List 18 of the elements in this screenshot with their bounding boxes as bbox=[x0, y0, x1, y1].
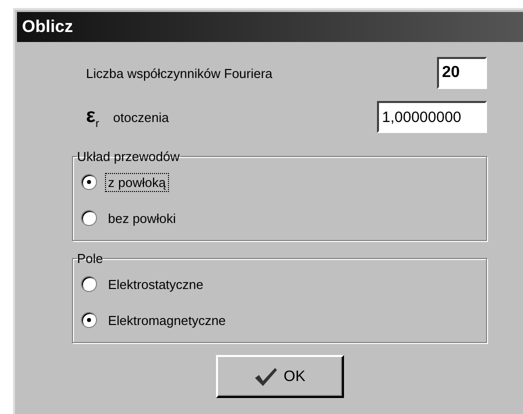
field-label: otoczenia bbox=[113, 110, 169, 124]
radio-button[interactable] bbox=[81, 312, 97, 328]
radio-button[interactable] bbox=[81, 174, 97, 190]
radio-label: bez powłoki bbox=[107, 210, 177, 228]
radio-label: Elektromagnetyczne bbox=[107, 312, 227, 330]
radio-button[interactable] bbox=[81, 210, 97, 226]
radio-button[interactable] bbox=[81, 276, 97, 292]
field-label: Liczba współczynników Fouriera bbox=[86, 66, 272, 80]
group-title: Układ przewodów bbox=[77, 149, 180, 164]
input-field[interactable]: 20 bbox=[437, 57, 487, 89]
radio-label: z powłoką bbox=[105, 172, 169, 192]
radio-label: Elektrostatyczne bbox=[107, 276, 204, 294]
checkmark-icon bbox=[254, 366, 278, 386]
epsilon-symbol: ε$_{r}$ bbox=[86, 104, 100, 130]
ok-button[interactable]: OK bbox=[216, 355, 344, 398]
window-title: Oblicz bbox=[22, 17, 74, 37]
input-field[interactable]: 1,00000000 bbox=[377, 101, 487, 133]
group-title: Pole bbox=[77, 251, 104, 266]
